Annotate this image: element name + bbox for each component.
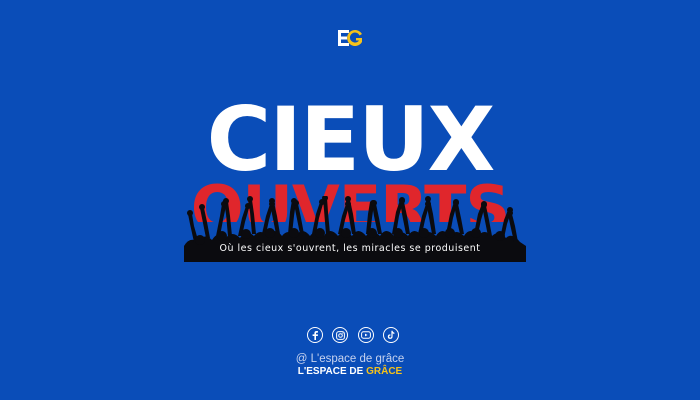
brand-name-main: L'ESPACE DE (297, 366, 367, 377)
brand-name: L'ESPACE DE GRÂCE (0, 366, 700, 377)
eg-logo (337, 28, 365, 48)
facebook-icon[interactable] (307, 327, 323, 343)
instagram-icon[interactable] (332, 327, 349, 343)
tiktok-icon[interactable] (382, 327, 399, 343)
title-cieux: CIEUX (206, 88, 496, 191)
social-links (307, 327, 399, 345)
youtube-icon[interactable] (357, 327, 374, 343)
tagline: Où les cieux s'ouvrent, les miracles se … (219, 243, 481, 254)
brand-name-accent: GRÂCE (366, 366, 403, 377)
social-handle: @ L'espace de grâce (295, 353, 405, 365)
